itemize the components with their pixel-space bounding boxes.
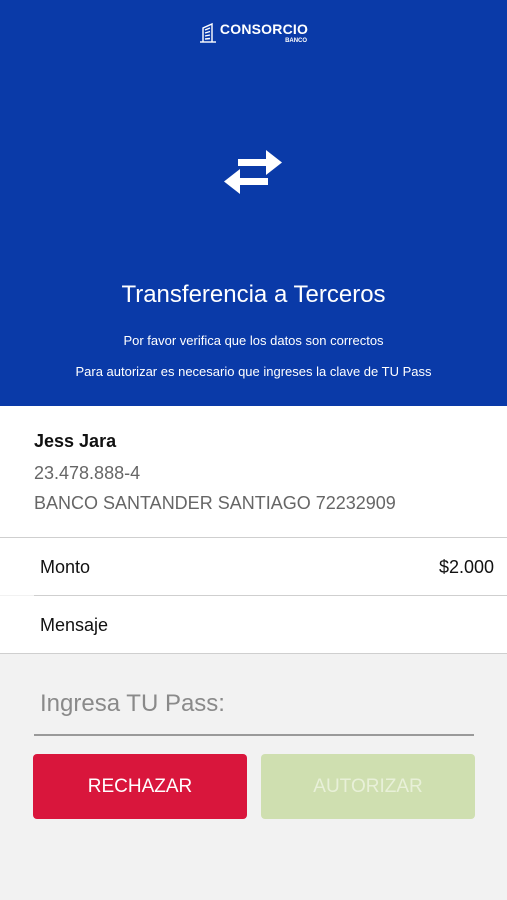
authorize-button[interactable]: AUTORIZAR (261, 754, 475, 819)
message-row: Mensaje (0, 596, 507, 653)
tu-pass-input[interactable] (34, 674, 474, 736)
page-title: Transferencia a Terceros (121, 281, 386, 308)
recipient-bank-account: BANCO SANTANDER SANTIAGO 72232909 (34, 493, 396, 513)
recipient-rut: 23.478.888-4 (34, 463, 141, 483)
amount-row: Monto $2.000 (0, 538, 507, 595)
verify-instructions: Por favor verifica que los datos son cor… (123, 333, 384, 348)
brand-name: CONSORCIO (219, 21, 309, 37)
building-logo-icon (199, 22, 216, 43)
amount-label: Monto (40, 557, 91, 577)
transfer-confirmation-screen: CONSORCIO BANCO Transferencia a Terceros… (0, 0, 507, 900)
authorize-instructions: Para autorizar es necesario que ingreses… (75, 364, 432, 379)
message-label: Mensaje (40, 615, 109, 635)
brand-sub: BANCO (285, 38, 308, 44)
reject-button[interactable]: RECHAZAR (33, 754, 247, 819)
transfer-arrows-icon (224, 150, 282, 194)
consorcio-logo: CONSORCIO BANCO (0, 22, 507, 44)
header-banner: CONSORCIO BANCO Transferencia a Terceros… (0, 0, 507, 406)
recipient-name: Jess Jara (34, 431, 117, 451)
amount-value: $2.000 (438, 557, 494, 577)
recipient-card: Jess Jara 23.478.888-4 BANCO SANTANDER S… (0, 406, 507, 538)
